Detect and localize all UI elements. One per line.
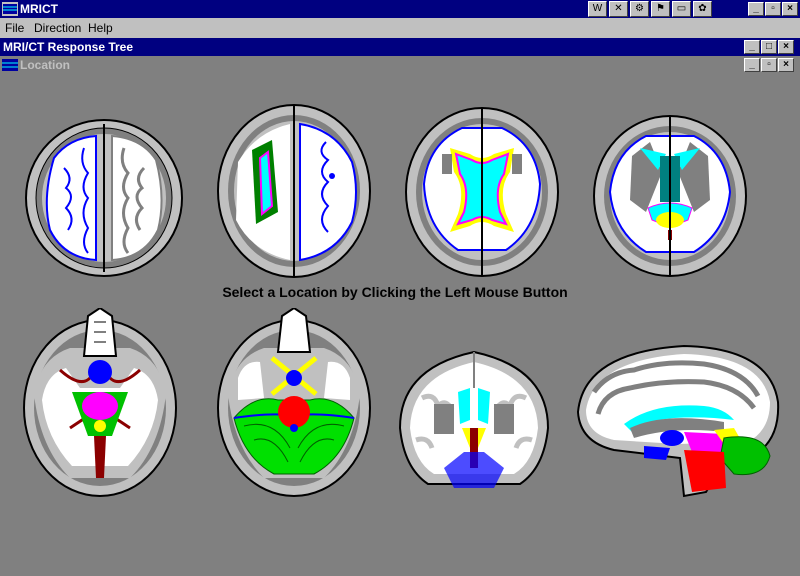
axial-centrum-scan[interactable]	[216, 102, 376, 280]
coronal-scan[interactable]	[394, 348, 554, 498]
app-title: MRICT	[20, 2, 58, 16]
sagittal-scan[interactable]	[574, 342, 784, 502]
app-restore-button[interactable]: ▫	[765, 2, 781, 16]
tool-icon-1[interactable]: W	[588, 1, 607, 17]
axial-pons-scan[interactable]	[214, 308, 374, 498]
toolbar-icons: W ✕ ⚙ ⚑ ▭ ✿	[588, 1, 712, 17]
response-tree-maximize-button[interactable]: □	[761, 40, 777, 54]
instruction-text: Select a Location by Clicking the Left M…	[222, 284, 568, 300]
app-titlebar: MRICT W ✕ ⚙ ⚑ ▭ ✿ _ ▫ ×	[0, 0, 800, 18]
tool-icon-5[interactable]: ▭	[672, 1, 691, 17]
response-tree-close-button[interactable]: ×	[778, 40, 794, 54]
response-tree-minimize-button[interactable]: _	[744, 40, 760, 54]
app-close-button[interactable]: ×	[782, 2, 798, 16]
location-window-icon	[2, 59, 18, 71]
app-minimize-button[interactable]: _	[748, 2, 764, 16]
location-restore-button[interactable]: ▫	[761, 58, 777, 72]
axial-midbrain-scan[interactable]	[20, 308, 180, 498]
tool-icon-4[interactable]: ⚑	[651, 1, 670, 17]
location-title: Location	[20, 58, 70, 72]
location-minimize-button[interactable]: _	[744, 58, 760, 72]
axial-basal-ganglia-scan[interactable]	[590, 112, 750, 280]
response-tree-titlebar: MRI/CT Response Tree _ □ ×	[0, 38, 800, 56]
tool-icon-6[interactable]: ✿	[693, 1, 712, 17]
app-icon	[2, 2, 18, 16]
menu-help[interactable]: Help	[88, 21, 113, 35]
tool-icon-2[interactable]: ✕	[609, 1, 628, 17]
tool-icon-3[interactable]: ⚙	[630, 1, 649, 17]
location-titlebar: Location _ ▫ ×	[0, 56, 800, 74]
axial-vertex-scan[interactable]	[24, 118, 184, 278]
location-close-button[interactable]: ×	[778, 58, 794, 72]
menu-file[interactable]: File	[5, 21, 24, 35]
menubar: File Direction Help	[0, 18, 800, 38]
response-tree-title: MRI/CT Response Tree	[3, 40, 134, 54]
location-canvas: Select a Location by Clicking the Left M…	[0, 74, 800, 576]
axial-ventricles-scan[interactable]	[402, 104, 562, 280]
menu-direction[interactable]: Direction	[34, 21, 81, 35]
